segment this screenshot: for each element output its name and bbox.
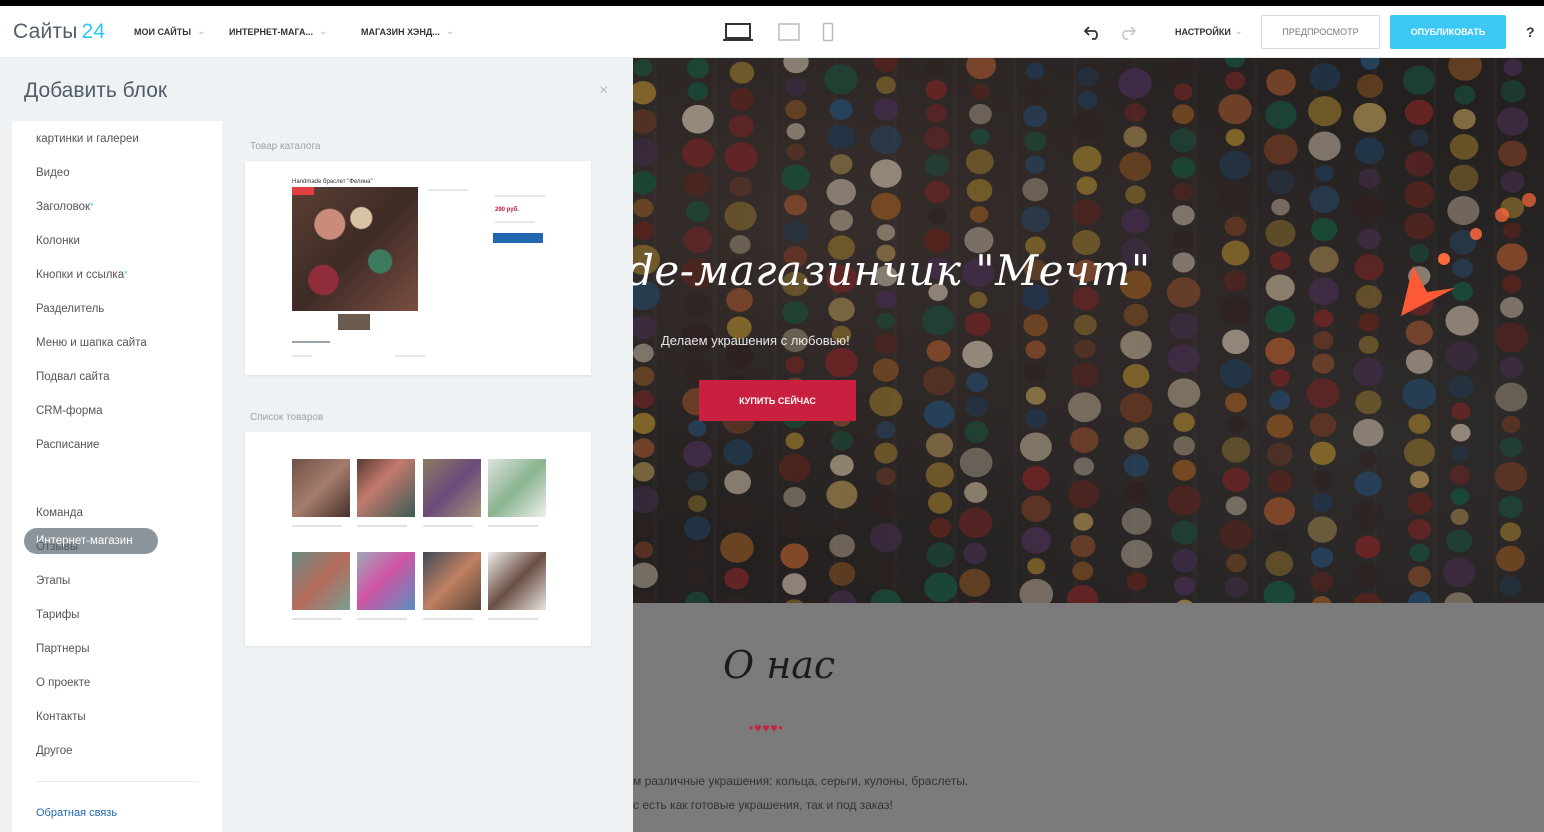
block-preview-product[interactable]: Handmade браслет "Фелина" 290 руб. (245, 161, 591, 375)
placeholder-line (357, 618, 407, 620)
add-block-panel: Добавить блок × картинки и галереи Видео… (0, 58, 633, 832)
tablet-view-icon[interactable] (777, 22, 801, 42)
block-previews: Товар каталога Handmade браслет "Фелина"… (227, 121, 618, 832)
category-item[interactable]: Колонки (36, 235, 80, 247)
logo[interactable]: Сайты 24 (13, 20, 105, 44)
buy-now-button[interactable]: КУПИТЬ СЕЙЧАС (699, 380, 856, 421)
category-item[interactable]: Кнопки и ссылка* (36, 269, 128, 281)
product-image (292, 187, 418, 311)
category-item[interactable]: О проекте (36, 677, 90, 689)
product-thumbnail (488, 459, 546, 517)
category-item[interactable]: Видео (36, 167, 70, 179)
category-item[interactable]: Партнеры (36, 643, 89, 655)
placeholder-line (395, 355, 425, 357)
logo-name: Сайты (13, 19, 78, 43)
hero-section[interactable]: de-магазинчик "Мечт" Делаем украшения с … (633, 58, 1544, 603)
chevron-down-icon: ⌄ (445, 26, 455, 37)
logo-number: 24 (81, 19, 106, 43)
placeholder-line (292, 525, 342, 527)
decor-dot (1470, 228, 1482, 240)
undo-icon[interactable] (1083, 23, 1103, 41)
placeholder-line (428, 189, 468, 191)
product-title: Handmade браслет "Фелина" (292, 179, 373, 185)
placeholder-line (488, 618, 538, 620)
section-label: Товар каталога (250, 141, 321, 152)
category-item[interactable]: картинки и галереи (36, 133, 139, 145)
category-item[interactable]: Другое (36, 745, 73, 757)
category-item[interactable]: CRM-форма (36, 405, 103, 417)
section-label: Список товаров (250, 412, 324, 423)
decor-dot (1522, 193, 1536, 207)
publish-button[interactable]: ОПУБЛИКОВАТЬ (1390, 15, 1506, 49)
category-item[interactable]: Этапы (36, 575, 70, 587)
panel-title: Добавить блок (24, 79, 168, 102)
category-item[interactable]: Разделитель (36, 303, 104, 315)
close-icon[interactable]: × (599, 82, 608, 100)
decor-dot (1438, 253, 1450, 265)
block-preview-product-list[interactable] (245, 432, 591, 646)
desktop-view-icon[interactable] (722, 22, 754, 42)
breadcrumb-page[interactable]: МАГАЗИН ХЭНД... ⌄ (361, 26, 454, 37)
hero-title: de-магазинчик "Мечт" (633, 246, 1151, 295)
placeholder-line (292, 355, 312, 357)
decor-dot (1495, 208, 1509, 222)
top-bar: Сайты 24 МОИ САЙТЫ ⌄ ИНТЕРНЕТ-МАГА... ⌄ МАГ… (0, 6, 1544, 58)
cursor-arrow-icon (1401, 266, 1455, 316)
preview-button[interactable]: ПРЕДПРОСМОТР (1261, 15, 1380, 49)
product-price: 290 руб. (495, 207, 519, 213)
product-thumbnail (488, 552, 546, 610)
category-item[interactable]: Команда (36, 507, 83, 519)
divider (36, 781, 198, 782)
placeholder-line (495, 195, 545, 197)
buy-button-preview (493, 233, 543, 243)
about-title: О нас (723, 643, 836, 687)
category-item[interactable]: Контакты (36, 711, 86, 723)
chevron-down-icon: ⌄ (197, 26, 206, 37)
product-thumbnail (423, 552, 481, 610)
breadcrumb-my-sites[interactable]: МОИ САЙТЫ ⌄ (134, 26, 205, 37)
chevron-down-icon: ⌄ (1234, 26, 1243, 36)
settings-menu[interactable]: НАСТРОЙКИ ⌄ (1175, 26, 1242, 37)
hero-subtitle: Делаем украшения с любовью! (661, 333, 850, 348)
hero-overlay (633, 58, 1544, 603)
hearts-divider: •♥♥♥• (749, 721, 784, 735)
redo-icon[interactable] (1117, 23, 1137, 41)
product-thumbnail (357, 552, 415, 610)
category-item[interactable]: Расписание (36, 439, 99, 451)
sale-badge (292, 187, 314, 195)
help-button[interactable]: ? (1526, 24, 1535, 40)
feedback-link[interactable]: Обратная связь (36, 807, 117, 819)
placeholder-line (423, 525, 473, 527)
product-thumbnail (338, 314, 370, 330)
product-thumbnail (357, 459, 415, 517)
placeholder-line (423, 618, 473, 620)
placeholder-line (488, 525, 538, 527)
category-item[interactable]: Меню и шапка сайта (36, 337, 147, 349)
placeholder-line (495, 221, 535, 223)
category-item[interactable]: Отзывы (36, 541, 78, 553)
breadcrumb-site[interactable]: ИНТЕРНЕТ-МАГА... ⌄ (229, 26, 327, 37)
placeholder-line (357, 525, 407, 527)
about-section[interactable]: О нас •♥♥♥• м различные украшения: кольц… (633, 603, 1544, 832)
product-thumbnail (292, 459, 350, 517)
category-item[interactable]: Тарифы (36, 609, 79, 621)
category-list: картинки и галереи Видео Заголовок* Коло… (12, 121, 222, 832)
placeholder-line (292, 341, 330, 343)
chevron-down-icon: ⌄ (319, 26, 328, 37)
placeholder-line (292, 618, 342, 620)
product-thumbnail (292, 552, 350, 610)
mobile-view-icon[interactable] (822, 22, 834, 42)
site-preview: de-магазинчик "Мечт" Делаем украшения с … (633, 58, 1544, 832)
category-item[interactable]: Заголовок* (36, 201, 94, 213)
category-item[interactable]: Подвал сайта (36, 371, 110, 383)
product-thumbnail (423, 459, 481, 517)
about-text: м различные украшения: кольца, серьги, к… (633, 774, 969, 812)
